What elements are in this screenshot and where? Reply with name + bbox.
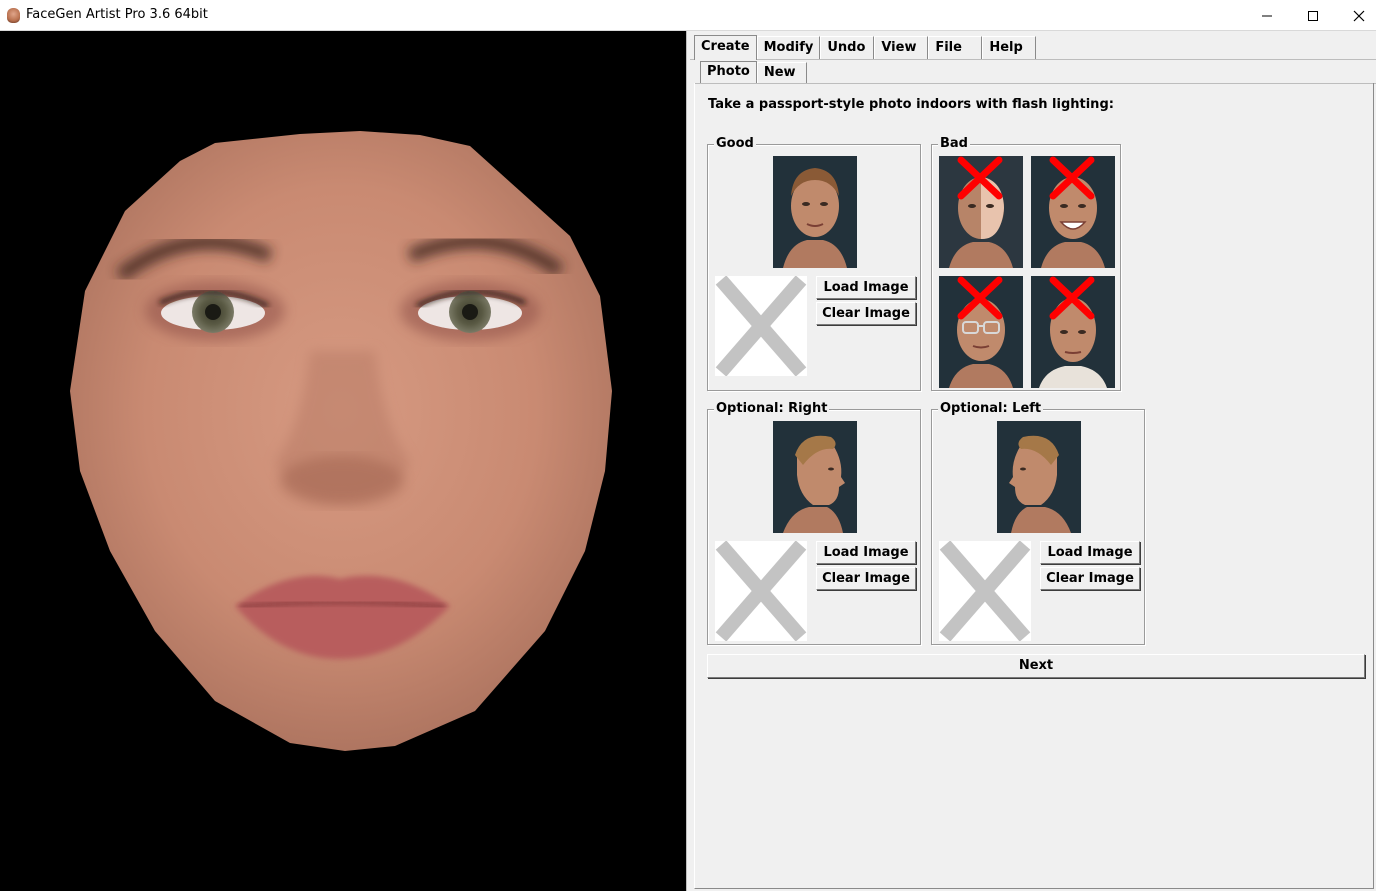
tab-divider [690, 59, 1376, 60]
bad-example-photo-lighting [939, 156, 1023, 268]
left-load-image-button[interactable]: Load Image [1040, 541, 1140, 564]
tab-undo[interactable]: Undo [820, 36, 875, 59]
right-load-image-button[interactable]: Load Image [816, 541, 916, 564]
control-panel: Create Modify Undo View File Help Photo … [690, 31, 1376, 891]
tab-create[interactable]: Create [694, 35, 757, 60]
good-clear-image-button[interactable]: Clear Image [816, 302, 916, 325]
good-load-image-button[interactable]: Load Image [816, 276, 916, 299]
maximize-button[interactable] [1290, 0, 1336, 31]
window-title: FaceGen Artist Pro 3.6 64bit [26, 7, 208, 22]
tab-file[interactable]: File [928, 36, 983, 59]
tab-help[interactable]: Help [982, 36, 1037, 59]
empty-image-x-icon [715, 276, 807, 376]
optional-left-group: Optional: Left Load Image Clear Image [931, 401, 1145, 645]
empty-image-x-icon [715, 541, 807, 641]
optional-right-group-title: Optional: Right [714, 401, 830, 417]
minimize-icon [1262, 15, 1272, 16]
bad-example-photo-head-tilt [1031, 276, 1115, 388]
bad-group-title: Bad [938, 136, 970, 152]
app-icon [7, 8, 20, 23]
good-image-slot[interactable] [715, 276, 807, 376]
bad-example-photo-smiling [1031, 156, 1115, 268]
left-clear-image-button[interactable]: Clear Image [1040, 567, 1140, 590]
right-image-slot[interactable] [715, 541, 807, 641]
face-render [70, 131, 612, 751]
tab-photo[interactable]: Photo [700, 61, 757, 83]
tab-view[interactable]: View [874, 36, 929, 59]
optional-right-group: Optional: Right Load Image Clear Image [707, 401, 921, 645]
bad-group: Bad [931, 136, 1121, 391]
left-image-slot[interactable] [939, 541, 1031, 641]
right-profile-example-photo [773, 421, 857, 533]
left-profile-example-photo [997, 421, 1081, 533]
title-bar: FaceGen Artist Pro 3.6 64bit [0, 0, 1376, 31]
main-tab-bar: Create Modify Undo View File Help [694, 35, 1037, 60]
maximize-icon [1308, 10, 1318, 21]
next-button[interactable]: Next [707, 654, 1365, 678]
sub-tab-bar: Photo New [700, 61, 807, 83]
good-group-title: Good [714, 136, 756, 152]
close-button[interactable] [1336, 0, 1376, 31]
tab-modify[interactable]: Modify [756, 36, 821, 59]
optional-left-group-title: Optional: Left [938, 401, 1044, 417]
empty-image-x-icon [939, 541, 1031, 641]
tab-new[interactable]: New [756, 62, 807, 83]
right-clear-image-button[interactable]: Clear Image [816, 567, 916, 590]
minimize-button[interactable] [1244, 0, 1290, 31]
good-example-photo [773, 156, 857, 268]
face-3d-viewport[interactable] [0, 31, 686, 891]
good-group: Good Load Image Clear Image [707, 136, 921, 391]
close-icon [1353, 10, 1365, 21]
instruction-text: Take a passport-style photo indoors with… [708, 97, 1114, 112]
bad-example-photo-glasses [939, 276, 1023, 388]
